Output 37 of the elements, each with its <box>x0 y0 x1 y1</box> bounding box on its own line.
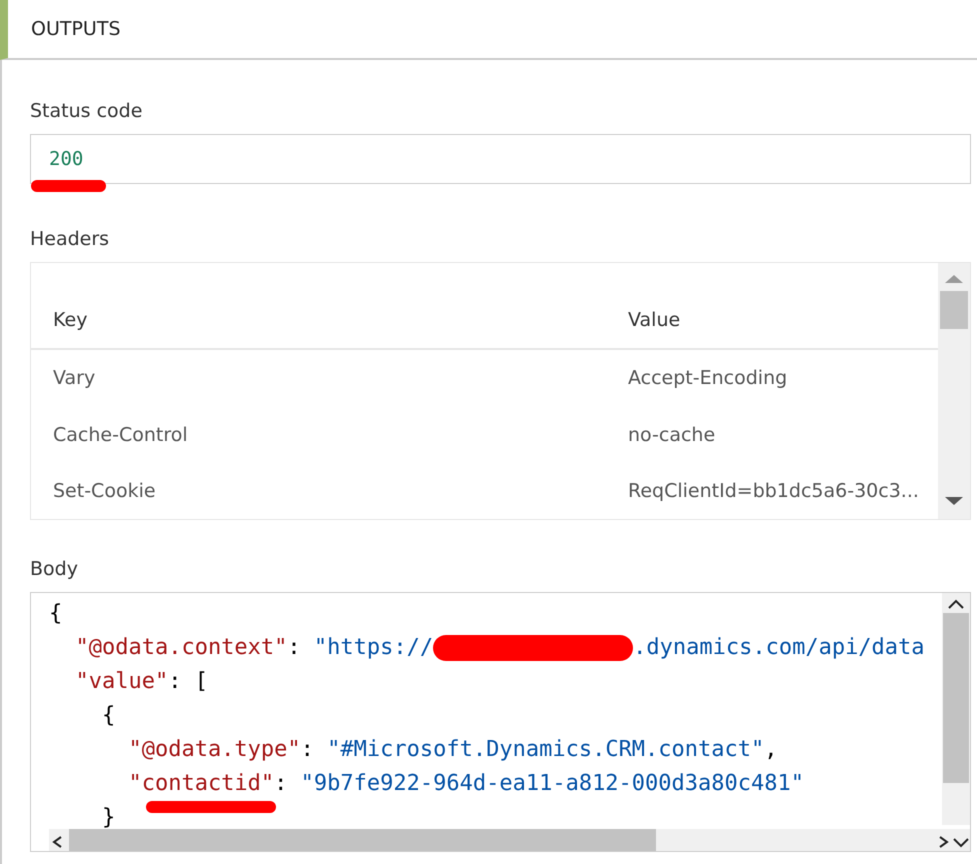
json-punctuation: } <box>100 804 116 832</box>
json-punctuation: { <box>49 600 62 628</box>
json-string: "#Microsoft.Dynamics.CRM.contact" <box>327 736 764 764</box>
column-header: Value <box>628 308 682 331</box>
column-header: Key <box>53 308 88 331</box>
field-label: Headers <box>30 228 110 250</box>
section-title: OUTPUTS <box>31 18 120 40</box>
scroll-down-icon[interactable] <box>945 497 963 505</box>
json-punctuation: : [ <box>168 668 208 696</box>
scrollbar[interactable] <box>942 593 970 825</box>
json-punctuation: , <box>764 736 778 764</box>
json-punctuation: : <box>287 634 302 662</box>
json-key: "value" <box>49 665 168 699</box>
table-cell-text: ReqClientId=bb1dc5a6-30c3... <box>628 480 920 502</box>
json-punctuation: : <box>274 770 288 798</box>
table-cell-text: no-cache <box>628 424 716 446</box>
json-punctuation: : <box>300 736 315 764</box>
field-label: Body <box>30 558 79 580</box>
scroll-thumb[interactable] <box>943 613 969 783</box>
field-label: Status code <box>30 100 144 122</box>
json-string: .dynamics.com/api/data <box>633 634 925 662</box>
json-key: "contactid" <box>49 767 274 801</box>
table-cell-text: Accept-Encoding <box>628 367 788 390</box>
status-code-value: 200 <box>49 148 84 170</box>
json-key: "@odata.type" <box>49 733 301 767</box>
table-cell-text: Vary <box>53 367 96 390</box>
json-punctuation: { <box>100 702 116 730</box>
json-string: "https:// <box>314 634 434 662</box>
scrollbar[interactable] <box>938 263 970 519</box>
scroll-thumb[interactable] <box>940 291 968 329</box>
table-cell-text: Cache-Control <box>53 424 189 446</box>
table-cell-text: Set-Cookie <box>53 480 157 502</box>
horizontal-scrollbar[interactable] <box>49 829 970 851</box>
scroll-thumb[interactable] <box>69 829 656 851</box>
json-key: "@odata.context" <box>49 631 288 665</box>
scroll-up-icon[interactable] <box>947 597 965 611</box>
json-string: "9b7fe922-964d-ea11-a812-000d3a80c481" <box>300 770 804 798</box>
